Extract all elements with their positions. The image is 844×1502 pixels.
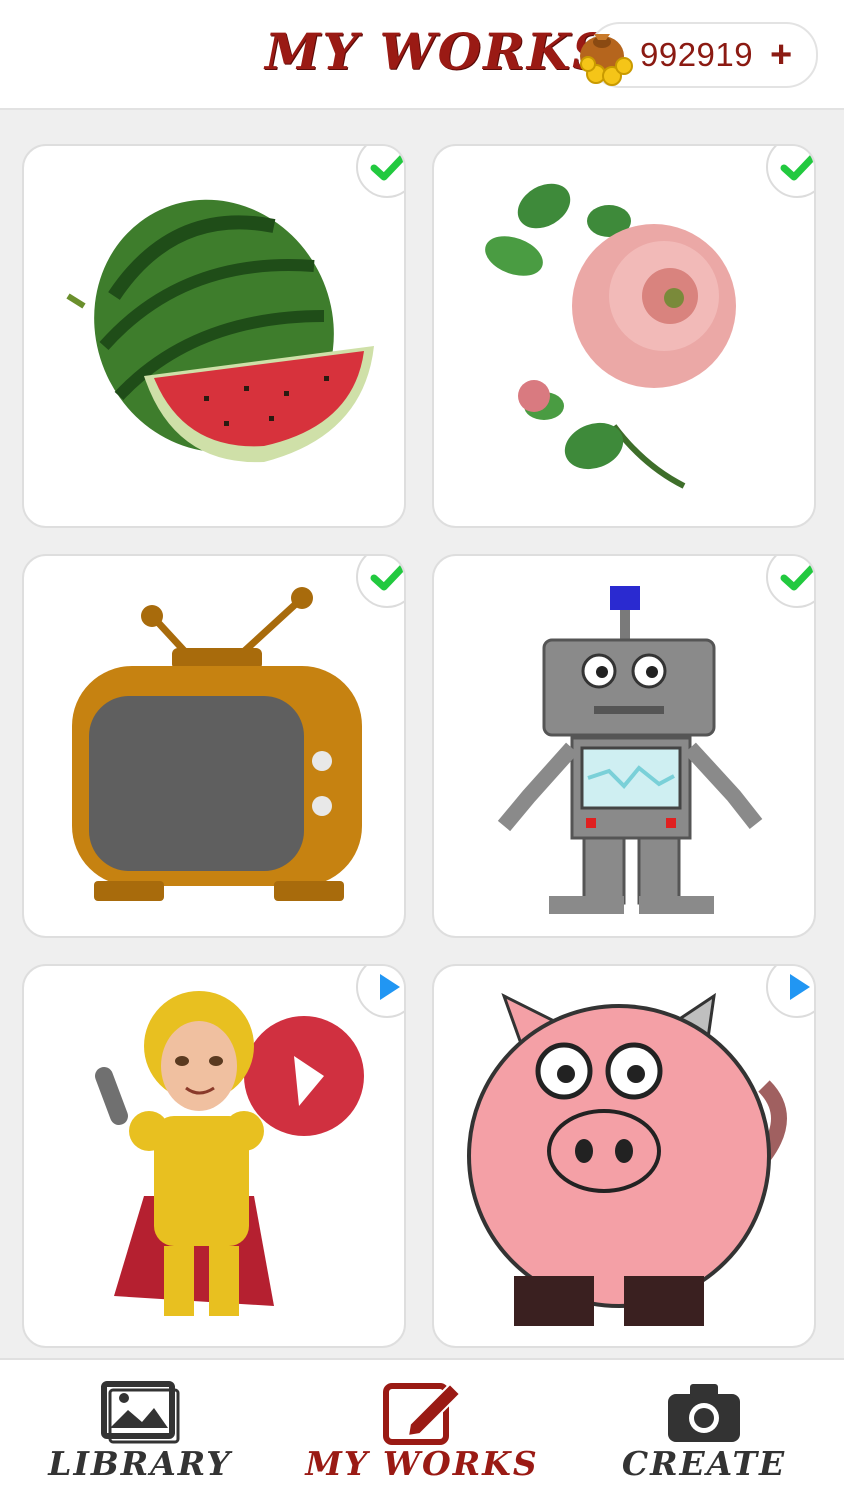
work-card-tv[interactable] [22,554,406,938]
nav-label-create: CREATE [621,1444,787,1483]
nav-label-my-works: MY WORKS [305,1444,539,1483]
coin-balance[interactable]: 992919 + [580,22,818,88]
robot-artwork [497,586,763,914]
work-card-knight[interactable] [22,964,406,1348]
rose-artwork [485,183,736,489]
check-icon [780,564,814,591]
completed-badge [766,146,814,198]
play-icon [790,974,810,1000]
completed-badge [356,556,404,608]
check-icon [780,154,814,181]
add-coins-button[interactable]: + [770,36,792,74]
work-card-rose[interactable] [432,144,816,528]
play-icon [380,974,400,1000]
edit-icon [383,1382,462,1445]
camera-icon [668,1384,740,1442]
work-card-pig[interactable] [432,964,816,1348]
tv-artwork [72,587,362,901]
page-title: MY WORKS [265,22,611,81]
knight-artwork [95,991,364,1316]
watermelon-artwork [66,199,374,463]
completed-badge [766,556,814,608]
top-bar: MY WORKS 992919 + [0,0,844,110]
bottom-navigation: LIBRARY MY WORKS CREATE [0,1358,844,1502]
nav-label-library: LIBRARY [48,1444,232,1483]
nav-tab-create[interactable]: CREATE [564,1360,844,1502]
picture-icon [101,1381,180,1444]
check-icon [370,564,404,591]
completed-badge [356,146,404,198]
pig-artwork [467,992,787,1326]
work-card-robot[interactable] [432,554,816,938]
check-icon [370,154,404,181]
nav-tab-my-works[interactable]: MY WORKS [282,1360,562,1502]
coin-count: 992919 [640,36,754,73]
nav-tab-library[interactable]: LIBRARY [0,1360,280,1502]
coin-bag-icon [580,34,633,86]
work-card-watermelon[interactable] [22,144,406,528]
works-grid [0,110,844,1360]
resume-badge[interactable] [766,966,814,1018]
resume-badge[interactable] [356,966,404,1018]
